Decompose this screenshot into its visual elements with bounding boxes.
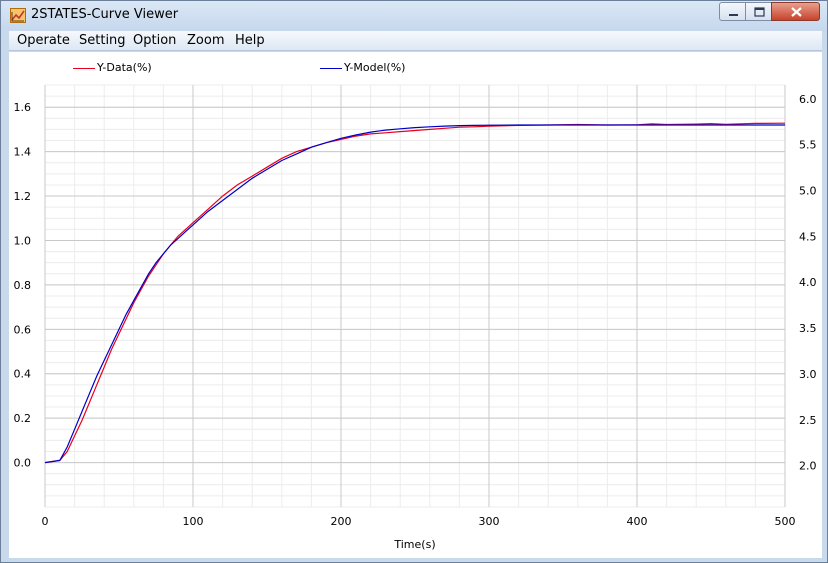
- y2-tick-label: 3.0: [799, 368, 817, 381]
- y-tick-label: 1.6: [14, 101, 32, 114]
- window-title: 2STATES-Curve Viewer: [31, 7, 179, 22]
- x-tick-label: 100: [183, 515, 204, 528]
- menu-help[interactable]: Help: [235, 33, 265, 48]
- close-icon: [791, 7, 802, 17]
- y2-tick-label: 4.5: [799, 230, 817, 243]
- y2-tick-label: 2.0: [799, 460, 817, 473]
- title-bar[interactable]: 2STATES-Curve Viewer: [1, 1, 827, 30]
- minimize-icon: [729, 14, 738, 16]
- x-tick-label: 0: [42, 515, 49, 528]
- y-tick-label: 1.2: [14, 190, 32, 203]
- x-tick-label: 400: [627, 515, 648, 528]
- y-tick-label: 0.2: [14, 412, 32, 425]
- minimize-button[interactable]: [719, 2, 746, 21]
- y-tick-label: 0.6: [14, 323, 32, 336]
- chart-app-icon: [10, 8, 26, 23]
- y-tick-label: 0.8: [14, 279, 32, 292]
- menu-setting[interactable]: Setting: [79, 33, 126, 48]
- curve-chart[interactable]: 0.0 0.2 0.4 0.6 0.8 1.0 1.2 1.4 1.6 2.0 2.5 3.0 3.5 4…: [9, 52, 822, 558]
- x-tick-label: 500: [775, 515, 796, 528]
- x-axis-title: Time(s): [393, 538, 435, 551]
- y2-tick-label: 2.5: [799, 414, 817, 427]
- maximize-icon: [754, 7, 765, 17]
- y2-tick-label: 5.0: [799, 185, 817, 198]
- close-button[interactable]: [771, 2, 820, 21]
- chart-area: Y-Data(%) Y-Model(%) 0.0 0.2 0.4 0.6 0.8 1.0 1…: [9, 52, 822, 558]
- y2-tick-label: 3.5: [799, 322, 817, 335]
- x-tick-label: 300: [479, 515, 500, 528]
- menu-bar: Operate Setting Option Zoom Help: [9, 31, 822, 51]
- x-tick-label: 200: [331, 515, 352, 528]
- y-tick-label: 1.0: [14, 234, 32, 247]
- main-window: 2STATES-Curve Viewer Operate Setting Opt…: [0, 0, 828, 563]
- y-tick-label: 0.0: [14, 457, 32, 470]
- menu-option[interactable]: Option: [133, 33, 176, 48]
- menu-operate[interactable]: Operate: [17, 33, 70, 48]
- y2-tick-label: 6.0: [799, 93, 817, 106]
- maximize-button[interactable]: [745, 2, 772, 21]
- y-tick-label: 1.4: [14, 146, 32, 159]
- menu-zoom[interactable]: Zoom: [187, 33, 224, 48]
- y2-tick-label: 4.0: [799, 276, 817, 289]
- y2-tick-label: 5.5: [799, 139, 817, 152]
- y-tick-label: 0.4: [14, 368, 32, 381]
